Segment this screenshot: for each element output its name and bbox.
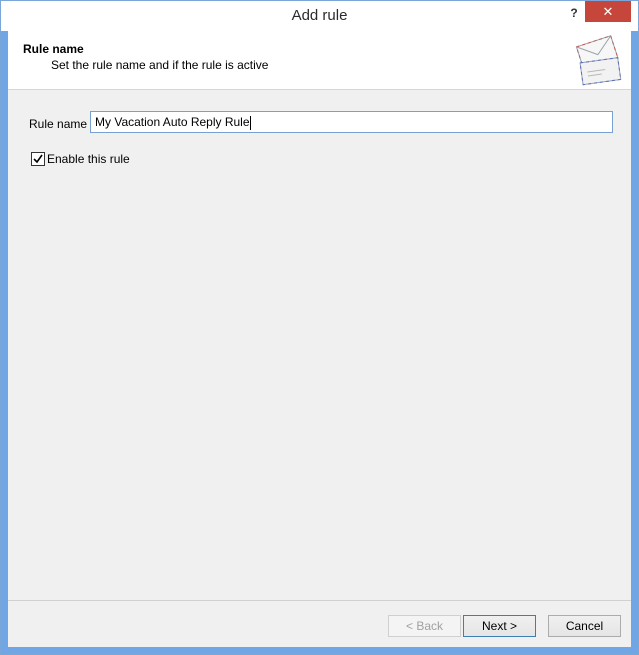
wizard-header: Rule name Set the rule name and if the r… — [8, 31, 631, 90]
close-button[interactable]: ✕ — [585, 1, 631, 22]
checkmark-icon — [33, 154, 43, 164]
envelopes-icon — [575, 35, 622, 86]
text-caret — [249, 115, 251, 130]
enable-rule-label: Enable this rule — [47, 152, 130, 166]
rule-name-input[interactable]: My Vacation Auto Reply Rule — [90, 111, 613, 133]
enable-rule-checkbox[interactable] — [31, 152, 45, 166]
add-rule-dialog: Add rule ? ✕ Rule name Set the rule name… — [0, 0, 639, 655]
header-subtitle: Set the rule name and if the rule is act… — [51, 58, 269, 72]
dialog-body: Rule name Set the rule name and if the r… — [8, 31, 631, 647]
back-button[interactable]: < Back — [388, 615, 461, 637]
rule-name-label: Rule name — [29, 117, 88, 131]
window-title: Add rule — [291, 7, 348, 24]
title-bar: Add rule ? ✕ — [1, 1, 638, 31]
header-title: Rule name — [23, 42, 84, 56]
next-button[interactable]: Next > — [463, 615, 536, 637]
footer-separator — [8, 600, 631, 601]
rule-name-value: My Vacation Auto Reply Rule — [95, 115, 250, 129]
help-button[interactable]: ? — [563, 3, 585, 23]
close-icon: ✕ — [602, 4, 614, 19]
cancel-button[interactable]: Cancel — [548, 615, 621, 637]
